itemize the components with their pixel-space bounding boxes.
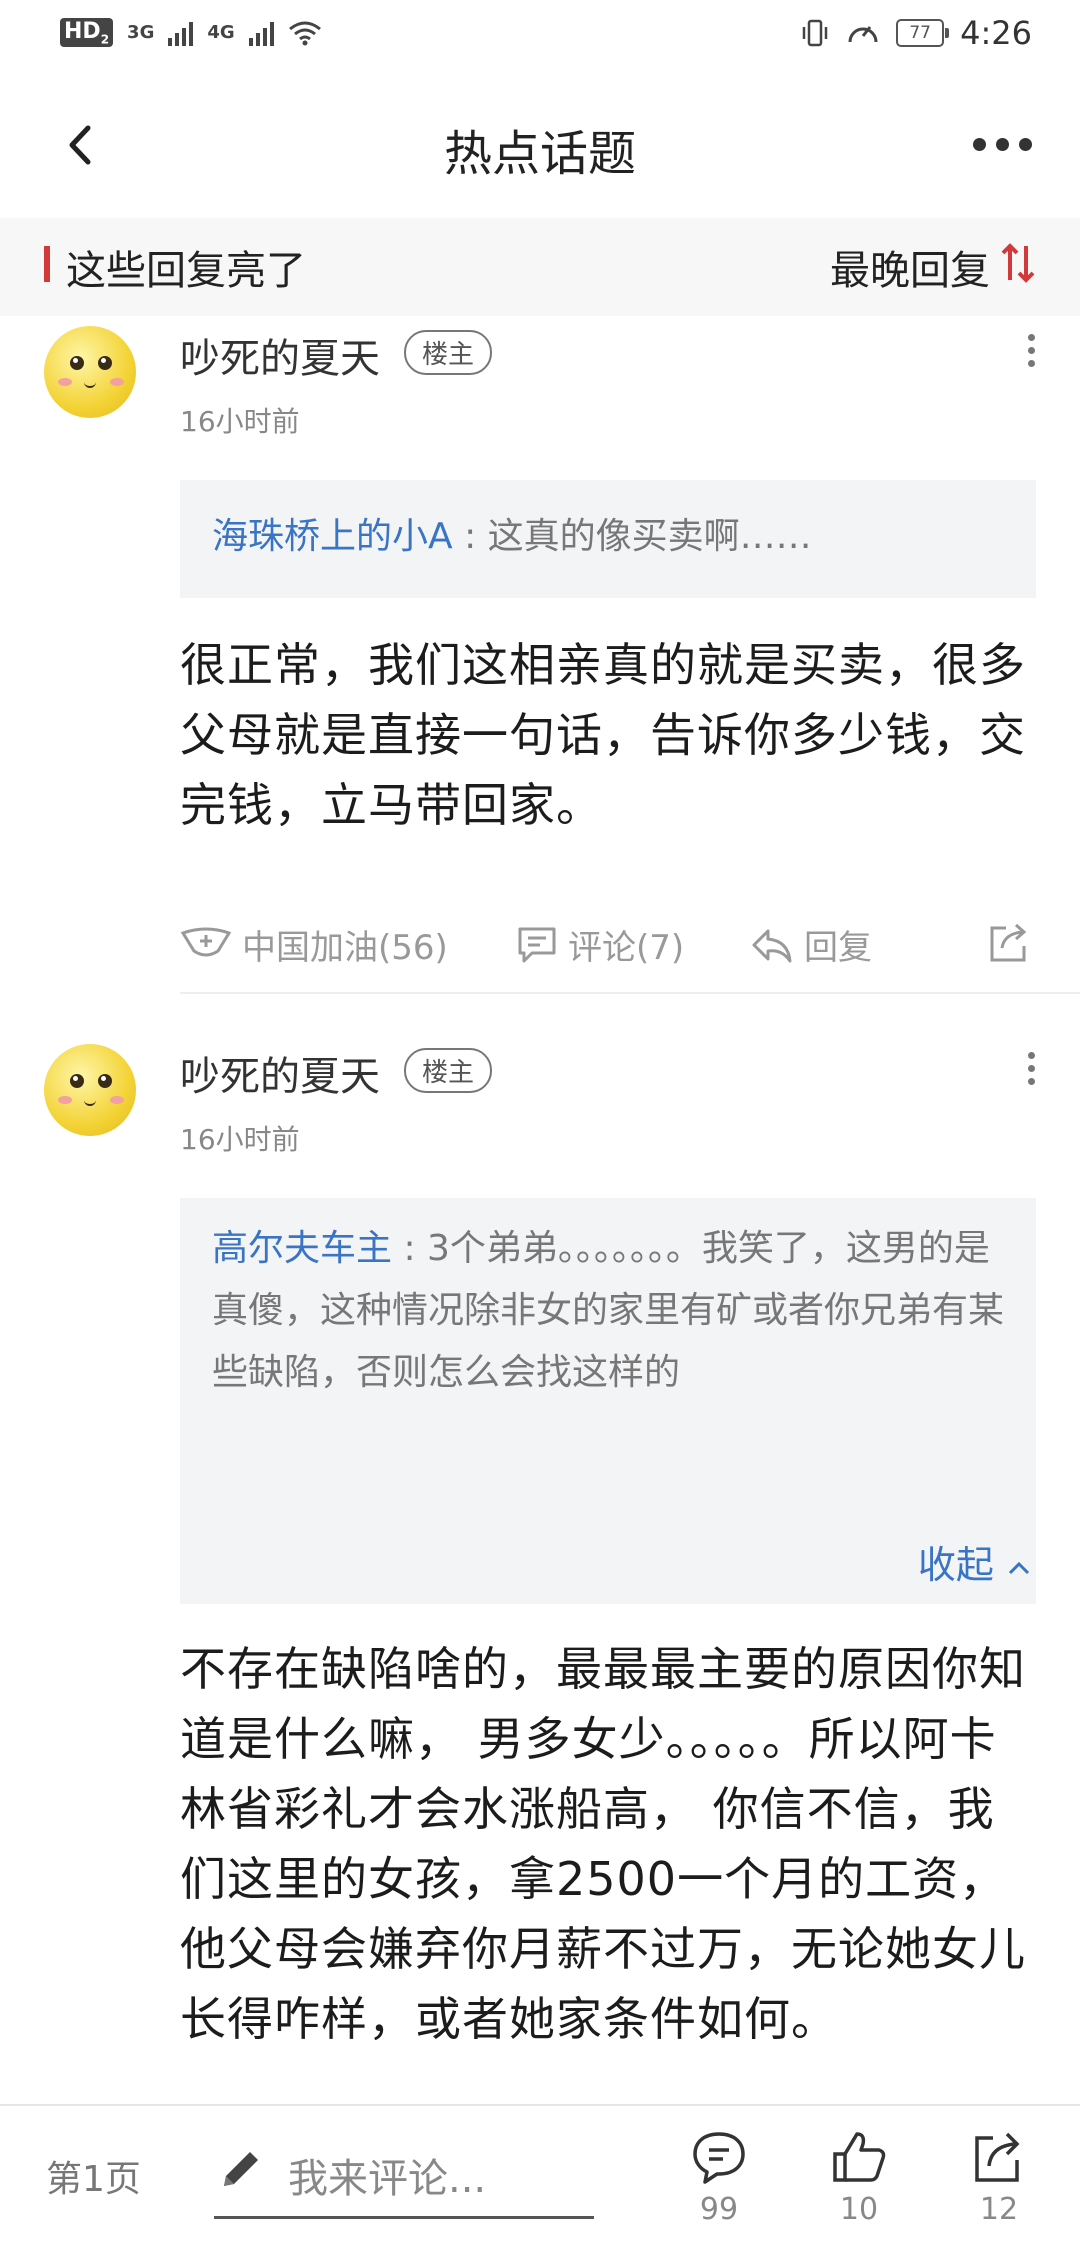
share-button[interactable]: 12 (964, 2128, 1034, 2227)
cheer-icon (180, 927, 232, 956)
comment-input[interactable]: 我来评论... (288, 2146, 486, 2204)
page-title: 热点话题 (443, 126, 636, 182)
post-menu-icon[interactable] (1028, 1052, 1036, 1091)
quoted-username[interactable]: 高尔夫车主 (212, 1228, 392, 1269)
wifi-icon (288, 21, 321, 46)
page-indicator[interactable]: 第1页 (46, 2150, 141, 2202)
avatar[interactable] (44, 1044, 136, 1136)
bottom-bar: 第1页 我来评论... 99 10 12 (0, 2104, 1080, 2246)
share-icon (975, 2132, 1020, 2182)
signal-bars-icon (168, 20, 194, 46)
sort-icon[interactable] (1000, 240, 1036, 286)
cheer-button[interactable]: 中国加油(56) (180, 920, 448, 969)
quoted-text: : 这真的像买卖啊…… (452, 516, 812, 557)
status-bar: HD2 3G 4G 77 4:26 (0, 0, 1080, 72)
comment-button[interactable]: 评论(7) (516, 920, 684, 969)
battery-icon: 77 (896, 19, 950, 47)
post-time: 16小时前 (180, 405, 300, 438)
section-marker (44, 246, 50, 282)
post-actions: 中国加油(56) 评论(7) 回复 (180, 914, 1036, 974)
post-body: 很正常，我们这相亲真的就是买卖，很多父母就是直接一句话，告诉你多少钱，交完钱，立… (180, 638, 1026, 832)
thumbs-up-icon (833, 2132, 886, 2182)
op-badge: 楼主 (404, 1048, 493, 1093)
comments-count: 99 (699, 2192, 739, 2227)
signal-4g-label: 4G (207, 22, 235, 44)
username[interactable]: 吵死的夏天 (180, 326, 380, 384)
post-time: 16小时前 (180, 1123, 300, 1156)
share-button[interactable] (986, 920, 1032, 964)
hd-voice-icon: HD2 (60, 18, 114, 48)
share-icon (990, 923, 1027, 962)
avatar[interactable] (44, 326, 136, 418)
comments-button[interactable]: 99 (684, 2128, 754, 2227)
quoted-reply[interactable]: 高尔夫车主 : 3个弟弟。。。。。。。我笑了，这男的是真傻，这种情况除非女的家里… (180, 1198, 1036, 1604)
section-title: 这些回复亮了 (66, 248, 306, 294)
reply-icon (752, 929, 792, 962)
post-divider (180, 992, 1080, 994)
username[interactable]: 吵死的夏天 (180, 1044, 380, 1102)
signal-3g-label: 3G (127, 22, 155, 44)
sort-button[interactable]: 最晚回复 (830, 238, 990, 296)
comments-icon (693, 2132, 745, 2184)
op-badge: 楼主 (404, 330, 493, 375)
shares-count: 12 (979, 2192, 1019, 2227)
quoted-username[interactable]: 海珠桥上的小A (212, 516, 453, 557)
vibrate-icon (802, 19, 828, 47)
section-filter-bar: 这些回复亮了 最晚回复 (0, 218, 1080, 316)
likes-count: 10 (839, 2192, 879, 2227)
quoted-reply[interactable]: 海珠桥上的小A : 这真的像买卖啊…… (180, 480, 1036, 598)
chevron-up-icon (1008, 1561, 1030, 1575)
speed-gauge-icon (848, 26, 878, 43)
clock: 4:26 (960, 14, 1032, 52)
comment-icon (518, 927, 556, 962)
reply-button[interactable]: 回复 (750, 920, 872, 969)
collapse-button[interactable]: 收起 (918, 1534, 1032, 1589)
like-button[interactable]: 10 (824, 2128, 894, 2227)
pencil-icon (224, 2152, 258, 2186)
more-options-icon[interactable] (973, 138, 1032, 151)
signal-bars-icon (248, 20, 274, 46)
app-header: 热点话题 (0, 72, 1080, 216)
input-underline (214, 2216, 594, 2219)
post-body: 不存在缺陷啥的，最最最主要的原因你知道是什么嘛， 男多女少。。。。。所以阿卡林省… (180, 1642, 1026, 2046)
post-menu-icon[interactable] (1028, 334, 1036, 373)
